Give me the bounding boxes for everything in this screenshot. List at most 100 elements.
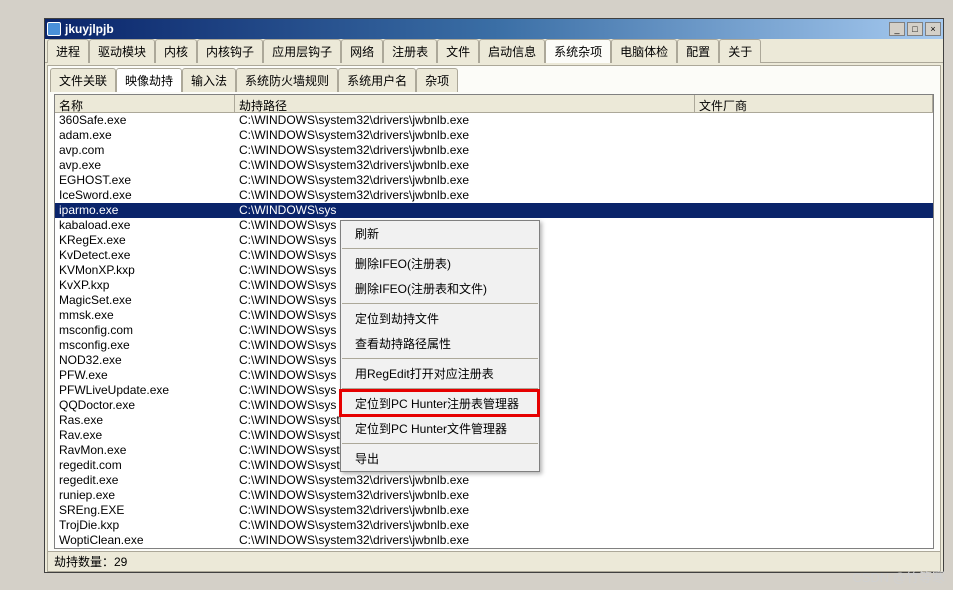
table-row[interactable]: adam.exeC:\WINDOWS\system32\drivers\jwbn… [55, 128, 933, 143]
main-tab-7[interactable]: 文件 [437, 39, 479, 63]
cell-vendor [695, 308, 933, 323]
cell-name: mmsk.exe [55, 308, 235, 323]
menu-item-13[interactable]: 导出 [341, 446, 539, 471]
main-tab-10[interactable]: 电脑体检 [611, 39, 677, 63]
cell-path: C:\WINDOWS\system32\drivers\jwbnlb.exe [235, 473, 695, 488]
table-row[interactable]: avp.comC:\WINDOWS\system32\drivers\jwbnl… [55, 143, 933, 158]
maximize-button[interactable]: □ [907, 22, 923, 36]
cell-name: adam.exe [55, 128, 235, 143]
cell-name: QQDoctor.exe [55, 398, 235, 413]
main-tab-8[interactable]: 启动信息 [479, 39, 545, 63]
cell-name: 360Safe.exe [55, 113, 235, 128]
cell-name: PFWLiveUpdate.exe [55, 383, 235, 398]
cell-vendor [695, 263, 933, 278]
menu-item-0[interactable]: 刷新 [341, 221, 539, 246]
sub-tabbar: 文件关联映像劫持输入法系统防火墙规则系统用户名杂项 [48, 70, 940, 92]
table-row[interactable]: EGHOST.exeC:\WINDOWS\system32\drivers\jw… [55, 173, 933, 188]
sub-tab-3[interactable]: 系统防火墙规则 [236, 68, 338, 92]
cell-vendor [695, 113, 933, 128]
menu-item-3[interactable]: 删除IFEO(注册表和文件) [341, 276, 539, 301]
sub-tab-2[interactable]: 输入法 [182, 68, 236, 92]
menu-item-11[interactable]: 定位到PC Hunter文件管理器 [341, 416, 539, 441]
titlebar[interactable]: jkuyjlpjb _ □ × [45, 19, 943, 39]
cell-path: C:\WINDOWS\system32\drivers\jwbnlb.exe [235, 518, 695, 533]
main-tab-4[interactable]: 应用层钩子 [263, 39, 341, 63]
cell-path: C:\WINDOWS\system32\drivers\jwbnlb.exe [235, 188, 695, 203]
menu-item-5[interactable]: 定位到劫持文件 [341, 306, 539, 331]
menu-item-8[interactable]: 用RegEdit打开对应注册表 [341, 361, 539, 386]
menu-separator [342, 388, 538, 389]
cell-name: EGHOST.exe [55, 173, 235, 188]
sub-tab-5[interactable]: 杂项 [416, 68, 458, 92]
cell-vendor [695, 248, 933, 263]
cell-vendor [695, 143, 933, 158]
cell-vendor [695, 323, 933, 338]
table-row[interactable]: avp.exeC:\WINDOWS\system32\drivers\jwbnl… [55, 158, 933, 173]
menu-separator [342, 248, 538, 249]
cell-name: SREng.EXE [55, 503, 235, 518]
main-tabbar: 进程驱动模块内核内核钩子应用层钩子网络注册表文件启动信息系统杂项电脑体检配置关于 [45, 41, 943, 63]
cell-name: avp.exe [55, 158, 235, 173]
table-row[interactable]: IceSword.exeC:\WINDOWS\system32\drivers\… [55, 188, 933, 203]
cell-vendor [695, 458, 933, 473]
table-row[interactable]: SREng.EXEC:\WINDOWS\system32\drivers\jwb… [55, 503, 933, 518]
table-row[interactable]: regedit.exeC:\WINDOWS\system32\drivers\j… [55, 473, 933, 488]
cell-name: KRegEx.exe [55, 233, 235, 248]
main-tab-6[interactable]: 注册表 [383, 39, 437, 63]
cell-vendor [695, 533, 933, 548]
cell-name: Ras.exe [55, 413, 235, 428]
cell-path: C:\WINDOWS\system32\drivers\jwbnlb.exe [235, 488, 695, 503]
cell-path: C:\WINDOWS\sys [235, 203, 695, 218]
cell-vendor [695, 278, 933, 293]
cell-name: avp.com [55, 143, 235, 158]
main-tab-9[interactable]: 系统杂项 [545, 39, 611, 63]
cell-path: C:\WINDOWS\system32\drivers\jwbnlb.exe [235, 158, 695, 173]
main-tab-12[interactable]: 关于 [719, 39, 761, 63]
minimize-button[interactable]: _ [889, 22, 905, 36]
table-row[interactable]: 360Safe.exeC:\WINDOWS\system32\drivers\j… [55, 113, 933, 128]
cell-name: MagicSet.exe [55, 293, 235, 308]
cell-name: msconfig.com [55, 323, 235, 338]
watermark: CSDN @竹等寒 [852, 567, 945, 586]
main-tab-0[interactable]: 进程 [47, 39, 89, 63]
cell-name: runiep.exe [55, 488, 235, 503]
column-name[interactable]: 名称 [55, 95, 235, 112]
sub-tab-1[interactable]: 映像劫持 [116, 68, 182, 92]
table-row[interactable]: TrojDie.kxpC:\WINDOWS\system32\drivers\j… [55, 518, 933, 533]
context-menu[interactable]: 刷新删除IFEO(注册表)删除IFEO(注册表和文件) 定位到劫持文件查看劫持路径… [340, 220, 540, 472]
table-row[interactable]: iparmo.exeC:\WINDOWS\sys [55, 203, 933, 218]
cell-name: msconfig.exe [55, 338, 235, 353]
cell-name: regedit.exe [55, 473, 235, 488]
menu-item-2[interactable]: 删除IFEO(注册表) [341, 251, 539, 276]
column-vendor[interactable]: 文件厂商 [695, 95, 933, 112]
main-tab-1[interactable]: 驱动模块 [89, 39, 155, 63]
main-tab-2[interactable]: 内核 [155, 39, 197, 63]
main-tab-5[interactable]: 网络 [341, 39, 383, 63]
close-button[interactable]: × [925, 22, 941, 36]
column-path[interactable]: 劫持路径 [235, 95, 695, 112]
sub-tab-4[interactable]: 系统用户名 [338, 68, 416, 92]
cell-name: iparmo.exe [55, 203, 235, 218]
cell-path: C:\WINDOWS\system32\drivers\jwbnlb.exe [235, 503, 695, 518]
main-tab-11[interactable]: 配置 [677, 39, 719, 63]
sub-tab-0[interactable]: 文件关联 [50, 68, 116, 92]
cell-vendor [695, 473, 933, 488]
cell-vendor [695, 173, 933, 188]
cell-path: C:\WINDOWS\system32\drivers\jwbnlb.exe [235, 128, 695, 143]
menu-item-6[interactable]: 查看劫持路径属性 [341, 331, 539, 356]
cell-name: IceSword.exe [55, 188, 235, 203]
table-row[interactable]: runiep.exeC:\WINDOWS\system32\drivers\jw… [55, 488, 933, 503]
window-title: jkuyjlpjb [65, 22, 889, 36]
cell-path: C:\WINDOWS\system32\drivers\jwbnlb.exe [235, 533, 695, 548]
cell-vendor [695, 488, 933, 503]
menu-item-10[interactable]: 定位到PC Hunter注册表管理器 [341, 391, 539, 416]
menu-separator [342, 358, 538, 359]
cell-vendor [695, 428, 933, 443]
main-tab-3[interactable]: 内核钩子 [197, 39, 263, 63]
cell-name: KvDetect.exe [55, 248, 235, 263]
cell-vendor [695, 338, 933, 353]
table-row[interactable]: WoptiClean.exeC:\WINDOWS\system32\driver… [55, 533, 933, 548]
cell-vendor [695, 188, 933, 203]
cell-vendor [695, 413, 933, 428]
cell-name: NOD32.exe [55, 353, 235, 368]
